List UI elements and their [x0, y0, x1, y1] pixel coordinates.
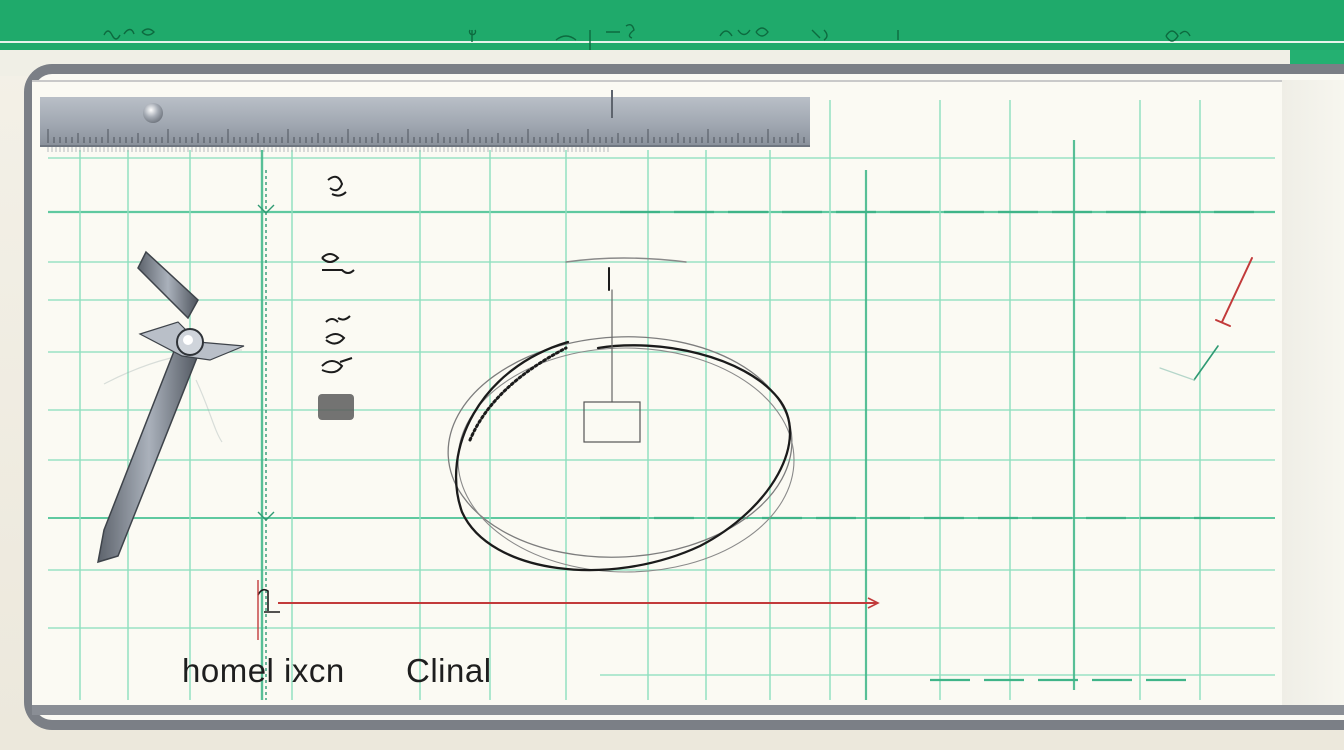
caption-right: Clinal: [406, 652, 492, 689]
caption-left: homel ixcn: [182, 652, 345, 689]
drawing-board-scene: homel ixcn Clinal: [0, 0, 1344, 750]
compass-icon[interactable]: [0, 0, 1344, 750]
